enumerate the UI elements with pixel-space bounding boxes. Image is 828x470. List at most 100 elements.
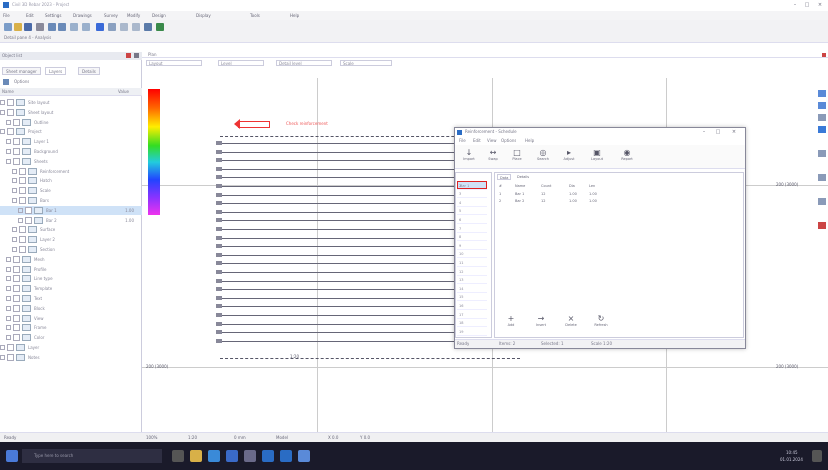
visibility-checkbox[interactable]: [13, 334, 20, 342]
browser-icon[interactable]: [208, 450, 220, 462]
dialog-list-item[interactable]: 3: [457, 190, 487, 199]
tab-sheet-manager[interactable]: Sheet manager: [2, 67, 41, 75]
expand-icon[interactable]: [6, 256, 11, 262]
tree-item[interactable]: Hatch: [0, 176, 142, 185]
visibility-checkbox[interactable]: [25, 216, 32, 224]
app-taskbar-icon[interactable]: [262, 450, 274, 462]
table-header[interactable]: Count: [541, 183, 551, 189]
menu-help[interactable]: Help: [290, 12, 299, 19]
fit-icon[interactable]: [818, 114, 826, 121]
ribbon-import-button[interactable]: ↓ Import: [457, 147, 481, 167]
dialog-close-button[interactable]: ×: [729, 129, 739, 136]
expand-icon[interactable]: [0, 345, 5, 350]
expand-icon[interactable]: [6, 158, 11, 164]
visibility-checkbox[interactable]: [7, 128, 14, 136]
visibility-checkbox[interactable]: [19, 187, 26, 195]
settings-icon[interactable]: [144, 23, 152, 31]
filter-icon[interactable]: [3, 79, 9, 85]
tree-item[interactable]: Scale: [0, 186, 142, 195]
visibility-checkbox[interactable]: [13, 157, 20, 165]
store-icon[interactable]: [244, 450, 256, 462]
visibility-checkbox[interactable]: [19, 197, 26, 204]
expand-icon[interactable]: [12, 168, 17, 174]
menu-file[interactable]: File: [3, 12, 10, 19]
explorer-icon[interactable]: [190, 450, 202, 462]
tab-layers[interactable]: Layers: [45, 67, 67, 75]
visibility-checkbox[interactable]: [19, 177, 26, 185]
visibility-checkbox[interactable]: [13, 314, 20, 322]
visibility-checkbox[interactable]: [7, 344, 14, 351]
expand-icon[interactable]: [6, 315, 11, 321]
expand-icon[interactable]: [12, 247, 17, 252]
walk-icon[interactable]: [818, 174, 826, 181]
ribbon-swap-button[interactable]: ↔ Swap: [481, 147, 505, 167]
col-name[interactable]: Name: [2, 89, 14, 95]
visibility-checkbox[interactable]: [7, 99, 14, 106]
ribbon-report-button[interactable]: ◉ Report: [615, 147, 639, 167]
menu-design[interactable]: Design: [152, 12, 166, 19]
menu-display[interactable]: Display: [196, 12, 211, 19]
expand-icon[interactable]: [12, 188, 17, 194]
dialog-list-item[interactable]: 6: [457, 216, 487, 224]
detail-level-select[interactable]: Detail level: [276, 60, 332, 66]
tree-item[interactable]: Project: [0, 127, 142, 136]
expand-icon[interactable]: [6, 119, 11, 125]
dialog-menu-help[interactable]: Help: [525, 138, 534, 144]
table-header[interactable]: Name: [515, 183, 525, 189]
tree-item[interactable]: Block: [0, 304, 142, 313]
expand-icon[interactable]: [6, 296, 11, 301]
dialog-list-item[interactable]: 13: [457, 276, 487, 285]
visibility-checkbox[interactable]: [13, 255, 20, 263]
app3-taskbar-icon[interactable]: [298, 450, 310, 462]
dialog-menu-options[interactable]: Options: [501, 138, 516, 144]
dialog-list-item[interactable]: 16: [457, 302, 487, 310]
start-icon[interactable]: [6, 450, 18, 462]
col-value[interactable]: Value: [118, 89, 129, 95]
tree-item[interactable]: Bar 2 1.00: [0, 216, 142, 225]
dialog-action-button[interactable]: → Insert: [529, 313, 553, 333]
dialog-list-item[interactable]: 12: [457, 268, 487, 276]
measure-icon[interactable]: [120, 23, 128, 31]
tree-item[interactable]: Color: [0, 333, 142, 342]
status-mode[interactable]: Model: [276, 435, 288, 441]
dialog-menu-view[interactable]: View: [487, 138, 497, 144]
expand-icon[interactable]: [0, 354, 5, 360]
menu-drawings[interactable]: Drawings: [73, 12, 92, 19]
redo-icon[interactable]: [58, 23, 66, 31]
maximize-button[interactable]: □: [802, 2, 812, 9]
expand-icon[interactable]: [12, 227, 17, 233]
taskbar-search-box[interactable]: Type here to search: [22, 449, 162, 463]
dialog-list-item[interactable]: 10: [457, 250, 487, 259]
expand-icon[interactable]: [6, 305, 11, 311]
tree-item[interactable]: Bar 1 1.00: [0, 205, 142, 215]
pan-icon[interactable]: [82, 23, 90, 31]
expand-icon[interactable]: [18, 207, 23, 213]
dialog-list-item[interactable]: 2: [457, 182, 487, 190]
snap-icon[interactable]: [132, 23, 140, 31]
options-dropdown[interactable]: Options: [14, 79, 29, 85]
ribbon-adjust-button[interactable]: ▸ Adjust: [557, 147, 581, 167]
zoom-in-icon[interactable]: [818, 90, 826, 97]
tree-item[interactable]: Line type: [0, 274, 142, 283]
dialog-maximize-button[interactable]: □: [713, 129, 723, 136]
tree-item[interactable]: Site layout: [0, 98, 142, 107]
tree-item[interactable]: Layer 2: [0, 235, 142, 244]
visibility-checkbox[interactable]: [7, 353, 14, 361]
expand-icon[interactable]: [12, 198, 17, 203]
dialog-menu-file[interactable]: File: [459, 138, 466, 144]
level-select[interactable]: Level: [218, 60, 264, 66]
tree-item[interactable]: View: [0, 314, 142, 323]
expand-icon[interactable]: [6, 139, 11, 145]
dialog-menu-edit[interactable]: Edit: [473, 138, 481, 144]
tab-details[interactable]: Details: [78, 67, 100, 75]
dialog-list-item[interactable]: 14: [457, 285, 487, 293]
scale-select[interactable]: Scale: [340, 60, 392, 66]
expand-icon[interactable]: [12, 178, 17, 184]
status-scale[interactable]: 1:20: [188, 435, 197, 441]
menu-tools[interactable]: Tools: [250, 12, 260, 19]
tree-item[interactable]: Notes: [0, 353, 142, 362]
status-zoom[interactable]: 100%: [146, 435, 157, 441]
expand-icon[interactable]: [6, 276, 11, 282]
tree-item[interactable]: Outline: [0, 118, 142, 127]
visibility-checkbox[interactable]: [13, 304, 20, 312]
